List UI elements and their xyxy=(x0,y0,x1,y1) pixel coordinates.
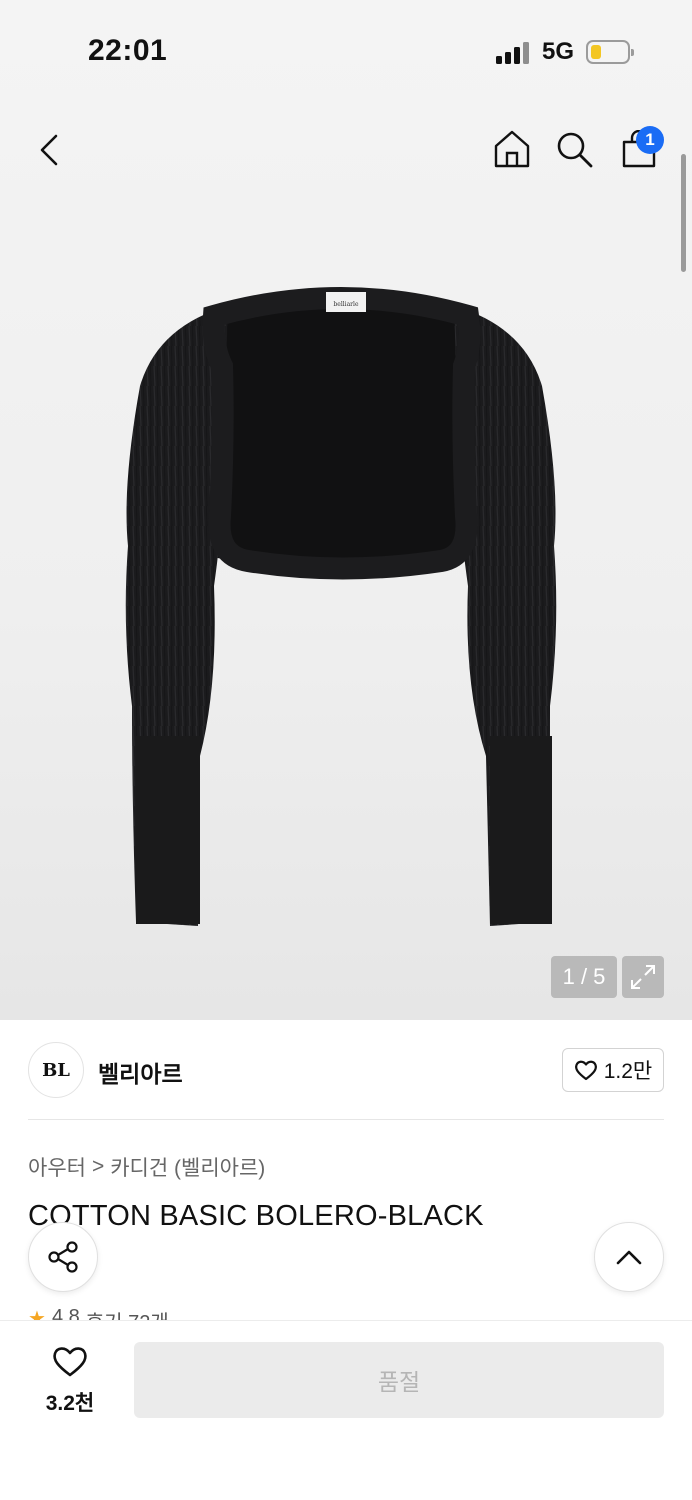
back-arrow-icon[interactable] xyxy=(36,132,64,168)
network-label: 5G xyxy=(542,38,575,65)
brand-like-button[interactable]: 1.2만 xyxy=(562,1048,664,1092)
brand-like-count: 1.2만 xyxy=(603,1060,653,1083)
breadcrumb-level1[interactable]: 아우터 xyxy=(28,1152,86,1182)
cart-count-badge: 1 xyxy=(636,126,664,154)
heart-icon xyxy=(53,1347,87,1377)
rating-score: 4.8 xyxy=(51,1306,80,1320)
brand-logo[interactable]: BL xyxy=(28,1042,84,1098)
rating-summary[interactable]: ★ 4.8 후기 72개 xyxy=(28,1306,169,1320)
breadcrumb-level2[interactable]: 카디건 (벨리아르) xyxy=(110,1152,265,1182)
brand-name[interactable]: 벨리아르 xyxy=(98,1055,183,1089)
chevron-up-icon xyxy=(616,1250,642,1265)
product-title: COTTON BASIC BOLERO-BLACK xyxy=(28,1200,484,1232)
share-icon xyxy=(48,1241,78,1273)
expand-icon[interactable] xyxy=(622,956,664,998)
wishlist-count: 3.2천 xyxy=(45,1392,95,1415)
product-image: belliarle xyxy=(125,287,557,926)
image-counter: 1 / 5 xyxy=(551,956,617,998)
breadcrumb: 아우터 > 카디건 (벨리아르) xyxy=(28,1152,265,1182)
home-icon[interactable] xyxy=(492,128,532,170)
scroll-top-button[interactable] xyxy=(594,1222,664,1292)
status-time: 22:01 xyxy=(88,34,168,67)
star-icon: ★ xyxy=(28,1308,46,1320)
signal-icon xyxy=(496,42,532,64)
wishlist-button[interactable]: 3.2천 xyxy=(40,1344,100,1417)
garment-label: belliarle xyxy=(333,301,359,308)
search-icon[interactable] xyxy=(555,130,595,170)
breadcrumb-separator: > xyxy=(91,1155,105,1178)
heart-icon xyxy=(574,1060,597,1081)
review-count: 후기 72개 xyxy=(86,1306,169,1320)
share-button[interactable] xyxy=(28,1222,98,1292)
product-image-gallery[interactable]: 22:01 5G 1 belliarle 1 / 5 xyxy=(0,0,692,1020)
sold-out-button[interactable]: 품절 xyxy=(134,1342,664,1418)
divider xyxy=(28,1119,664,1120)
scrollbar[interactable] xyxy=(681,154,686,272)
battery-icon xyxy=(586,40,634,64)
